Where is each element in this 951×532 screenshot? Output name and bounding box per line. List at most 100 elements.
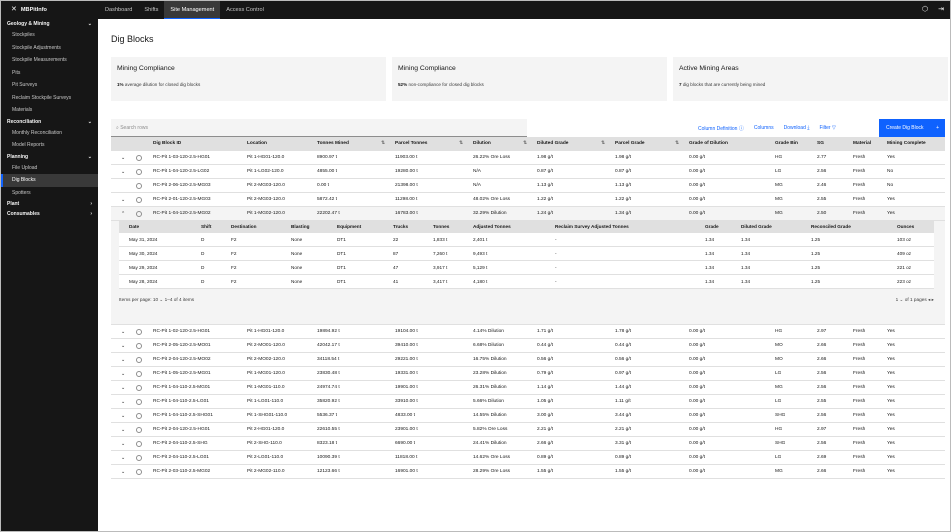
row-select-radio[interactable] (136, 211, 142, 217)
row-select-radio[interactable] (136, 455, 142, 461)
table-row[interactable]: ⌄ RC-Pit 1-04-110-2.5-MG01 Pit 1-MG01-110.… (111, 381, 945, 395)
expand-icon[interactable]: ⌄ (121, 353, 125, 367)
row-select-radio[interactable] (136, 343, 142, 349)
table-row[interactable]: RC-Pit 2-06-120-2.5-MG03 Pit 2-MG03-120.0… (111, 179, 945, 193)
sidebar-category-label: Plant (7, 201, 20, 207)
create-dig-block-button[interactable]: Create Dig Block + (879, 119, 945, 137)
sidebar-item-stockpile-adjustments[interactable]: Stockpile Adjustments (1, 42, 98, 55)
expand-icon[interactable]: ⌄ (121, 423, 125, 437)
table-row[interactable]: ⌄ RC-Pit 1-04-110-2.5-SHG01 Pit 1-SHG01-11… (111, 409, 945, 423)
sidebar-item-reclaim-stockpile-surveys[interactable]: Reclaim Stockpile Surveys (1, 92, 98, 105)
sidebar-item-spotters[interactable]: Spotters (1, 187, 98, 200)
sort-icon[interactable]: ⇅ (675, 137, 679, 151)
expand-icon[interactable]: ⌄ (121, 151, 125, 165)
table-row[interactable]: ⌄ RC-Pit 2-05-120-2.5-MO01 Pit 2-MO01-120.… (111, 339, 945, 353)
table-row[interactable]: ⌄ RC-Pit 1-04-110-2.5-LG01 Pit 1-LG01-110.… (111, 395, 945, 409)
row-select-radio[interactable] (136, 469, 142, 475)
column-header[interactable]: Mining Complete (887, 137, 926, 151)
sort-icon[interactable]: ⇅ (381, 137, 385, 151)
download-button[interactable]: Download ⤓ (784, 125, 810, 131)
sidebar-category-reconciliation[interactable]: Reconciliation ⌄ (1, 117, 98, 127)
sidebar-item-file-upload[interactable]: File Upload (1, 162, 98, 175)
logout-icon[interactable]: ⇥ (938, 5, 944, 13)
row-select-radio[interactable] (136, 155, 142, 161)
row-select-radio[interactable] (136, 169, 142, 175)
collapse-icon[interactable]: ⌃ (121, 207, 125, 221)
table-row[interactable]: ⌄ RC-Pit 2-03-110-2.5-MG02 Pit 2-MG02-110.… (111, 465, 945, 479)
row-select-radio[interactable] (136, 329, 142, 335)
expand-icon[interactable]: ⌄ (121, 451, 125, 465)
table-row[interactable]: ⌄ RC-Pit 1-03-120-2.5-HG01 Pit 1-HG01-120.… (111, 151, 945, 165)
sidebar-item-monthly-reconciliation[interactable]: Monthly Reconciliation (1, 127, 98, 140)
column-header[interactable]: Material (853, 137, 871, 151)
expand-icon[interactable]: ⌄ (121, 437, 125, 451)
row-select-radio[interactable] (136, 399, 142, 405)
sidebar-category-consumables[interactable]: Consumables › (1, 209, 98, 219)
table-row[interactable]: ⌄ RC-Pit 2-04-110-2.5-LG01 Pit 2-LG01-110.… (111, 451, 945, 465)
expand-icon[interactable]: ⌄ (121, 409, 125, 423)
expand-icon[interactable]: ⌄ (121, 165, 125, 179)
row-select-radio[interactable] (136, 441, 142, 447)
sort-icon[interactable]: ⇅ (601, 137, 605, 151)
column-header[interactable]: SG (817, 137, 824, 151)
sidebar-item-dig-blocks[interactable]: Dig Blocks (1, 174, 98, 187)
sidebar-item-materials[interactable]: Materials (1, 104, 98, 117)
column-header[interactable]: Parcel Tonnes (395, 137, 427, 151)
next-page-icon[interactable]: ▸ (932, 297, 934, 302)
sort-icon[interactable]: ⇅ (459, 137, 463, 151)
table-row[interactable]: ⌄ RC-Pit 1-04-120-2.5-LG02 Pit 1-LG02-120.… (111, 165, 945, 179)
expand-icon[interactable]: ⌄ (121, 465, 125, 479)
column-header[interactable]: Diluted Grade (537, 137, 568, 151)
expand-icon[interactable]: ⌄ (121, 339, 125, 353)
column-header[interactable]: Dilution (473, 137, 491, 151)
table-row[interactable]: ⌄ RC-Pit 2-04-120-2.5-MO02 Pit 2-MO02-120.… (111, 353, 945, 367)
expand-icon[interactable]: ⌄ (121, 381, 125, 395)
column-header[interactable]: Grade Bin (775, 137, 798, 151)
sidebar-item-pit-surveys[interactable]: Pit Surveys (1, 79, 98, 92)
column-header[interactable]: Grade of Dilution (689, 137, 728, 151)
row-select-radio[interactable] (136, 183, 142, 189)
row-select-radio[interactable] (136, 413, 142, 419)
menu-icon[interactable]: ✕ (11, 6, 17, 13)
sidebar-item-stockpiles[interactable]: Stockpiles (1, 29, 98, 42)
table-row[interactable]: ⌄ RC-Pit 2-04-120-2.5-HG01 Pit 2-HG01-120.… (111, 423, 945, 437)
topnav-item-access-control[interactable]: Access Control (220, 1, 270, 19)
column-header[interactable]: Dig Block ID (153, 137, 181, 151)
row-select-radio[interactable] (136, 371, 142, 377)
topnav-item-shifts[interactable]: Shifts (138, 1, 164, 19)
expand-icon[interactable]: ⌄ (121, 325, 125, 339)
table-row[interactable]: ⌄ RC-Pit 2-04-110-2.5-SHG Pit 2-SHG-110.0 8… (111, 437, 945, 451)
table-row[interactable]: ⌃ RC-Pit 1-04-120-2.5-MG02 Pit 1-MG02-120.… (111, 207, 945, 221)
expand-icon[interactable]: ⌄ (121, 367, 125, 381)
column-header[interactable]: Parcel Grade (615, 137, 645, 151)
details-cell-shift: D (201, 265, 205, 270)
details-cell-eq: DT1 (337, 279, 346, 284)
table-row[interactable]: ⌄ RC-Pit 1-05-120-2.5-MG01 Pit 1-MG01-120.… (111, 367, 945, 381)
row-select-radio[interactable] (136, 427, 142, 433)
sidebar-item-stockpile-measurements[interactable]: Stockpile Measurements (1, 54, 98, 67)
expand-icon[interactable]: ⌄ (121, 395, 125, 409)
sidebar-category-geology-mining[interactable]: Geology & Mining ⌄ (1, 19, 98, 29)
sort-icon[interactable]: ⇅ (523, 137, 527, 151)
columns-button[interactable]: Columns (754, 125, 774, 131)
expand-icon[interactable]: ⌄ (121, 193, 125, 207)
sidebar-category-planning[interactable]: Planning ⌄ (1, 152, 98, 162)
sidebar-item-model-reports[interactable]: Model Reports (1, 139, 98, 152)
topnav-item-dashboard[interactable]: Dashboard (99, 1, 138, 19)
column-definition-button[interactable]: Column Definition ⓘ (698, 125, 744, 132)
sidebar-item-pits[interactable]: Pits (1, 67, 98, 80)
topnav-item-site-management[interactable]: Site Management (164, 1, 221, 19)
cell-tm: 24974.74 t (317, 385, 340, 390)
table-row[interactable]: ⌄ RC-Pit 1-02-120-2.5-HG01 Pit 1-HG01-120.… (111, 325, 945, 339)
table-row[interactable]: ⌄ RC-Pit 2-01-120-2.5-MG03 Pit 2-MG03-120.… (111, 193, 945, 207)
column-header[interactable]: Location (247, 137, 267, 151)
details-cell-oz: 221 oz (897, 265, 912, 270)
filter-button[interactable]: Filter ▽ (819, 125, 835, 131)
row-select-radio[interactable] (136, 197, 142, 203)
column-header[interactable]: Tonnes Mined (317, 137, 349, 151)
search-input[interactable]: ⌕ Search rows (111, 119, 527, 137)
settings-icon[interactable]: ⬡ (922, 5, 928, 13)
row-select-radio[interactable] (136, 385, 142, 391)
sidebar-category-plant[interactable]: Plant › (1, 199, 98, 209)
row-select-radio[interactable] (136, 357, 142, 363)
